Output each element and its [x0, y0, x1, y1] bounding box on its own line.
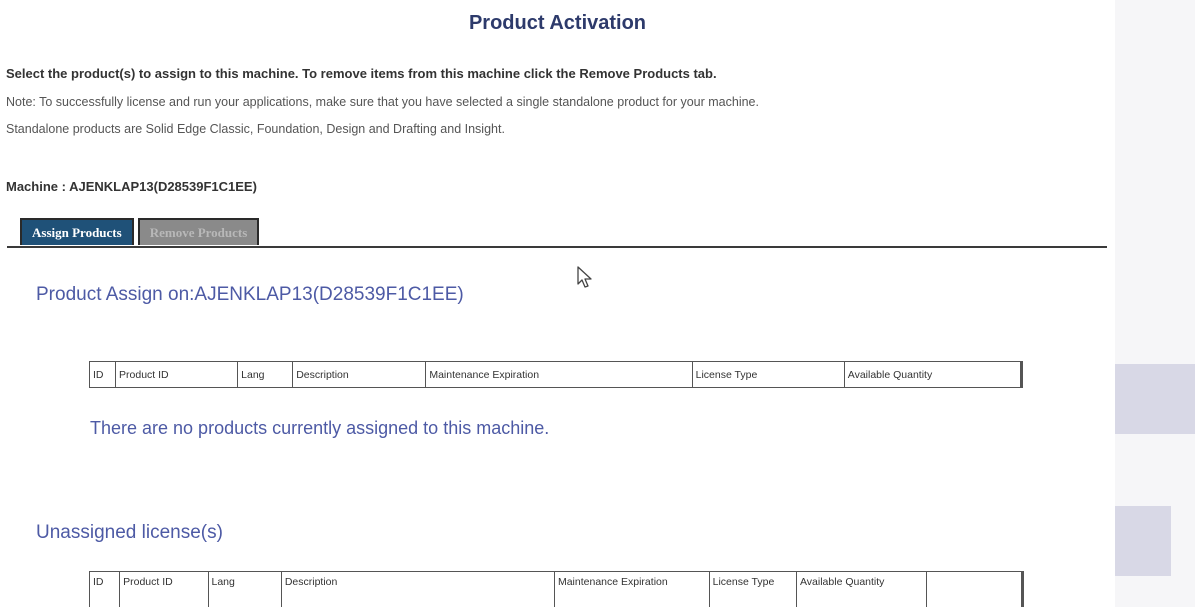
column-header-available-quantity: Available Quantity	[795, 571, 927, 607]
column-header-license-type: License Type	[691, 361, 845, 388]
column-header-lang: Lang	[207, 571, 282, 607]
column-header-id: ID	[88, 361, 117, 388]
assigned-products-heading: Product Assign on:AJENKLAP13(D28539F1C1E…	[36, 284, 464, 305]
column-header-lang: Lang	[237, 361, 294, 388]
instruction-text: Select the product(s) to assign to this …	[6, 66, 717, 81]
note-text-line2: Standalone products are Solid Edge Class…	[6, 122, 505, 136]
table-header-row: ID Product ID Lang Description Maintenan…	[88, 361, 1023, 388]
tab-assign-products[interactable]: Assign Products	[20, 218, 134, 245]
column-header-description: Description	[292, 361, 427, 388]
tab-divider	[7, 246, 1107, 248]
page-title: Product Activation	[468, 12, 647, 34]
product-activation-page: Product Activation Select the product(s)…	[0, 0, 1195, 607]
column-header-maintenance-expiration: Maintenance Expiration	[553, 571, 710, 607]
tab-bar: Assign Products Remove Products	[20, 218, 263, 247]
column-header-product-id: Product ID	[119, 571, 209, 607]
unassigned-licenses-table: ID Product ID Lang Description Maintenan…	[88, 571, 1024, 607]
table-header-row: ID Product ID Lang Description Maintenan…	[88, 571, 1024, 607]
note-text-line1: Note: To successfully license and run yo…	[6, 95, 759, 109]
column-header-product-id: Product ID	[115, 361, 239, 388]
tab-remove-products[interactable]: Remove Products	[137, 218, 260, 245]
machine-label: Machine : AJENKLAP13(D28539F1C1EE)	[6, 179, 257, 194]
side-panel-block-upper	[1115, 364, 1195, 434]
unassigned-licenses-heading: Unassigned license(s)	[36, 522, 223, 543]
column-header-select	[925, 571, 1024, 607]
side-panel-block-lower	[1115, 506, 1171, 576]
column-header-maintenance-expiration: Maintenance Expiration	[425, 361, 693, 388]
column-header-license-type: License Type	[708, 571, 797, 607]
column-header-available-quantity: Available Quantity	[843, 361, 1023, 388]
column-header-id: ID	[88, 571, 121, 607]
column-header-description: Description	[280, 571, 555, 607]
empty-assigned-message: There are no products currently assigned…	[90, 418, 550, 438]
mouse-pointer-icon	[577, 266, 592, 288]
assigned-products-table: ID Product ID Lang Description Maintenan…	[88, 361, 1023, 388]
